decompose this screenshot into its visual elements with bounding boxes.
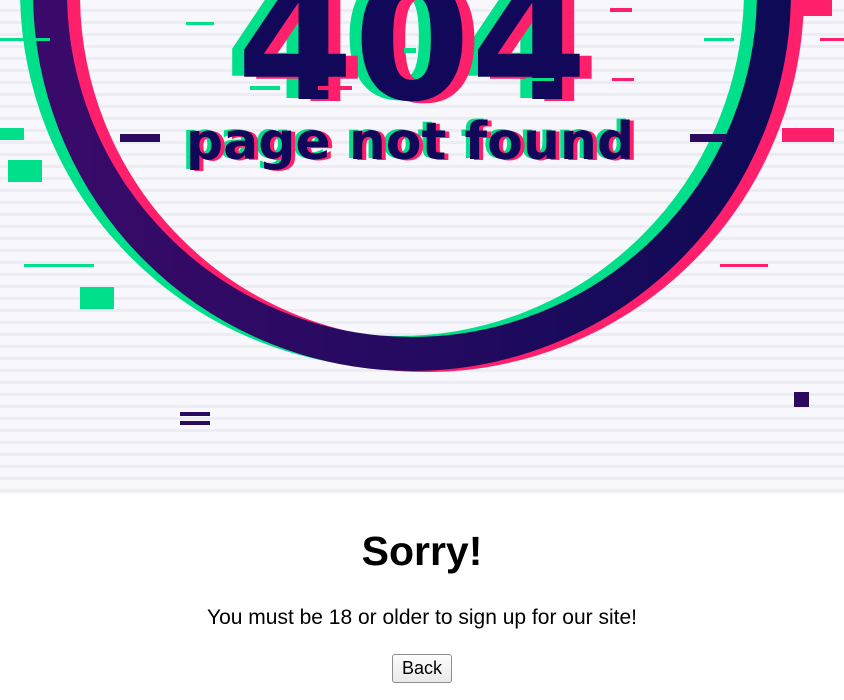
back-button[interactable]: Back bbox=[392, 654, 452, 683]
age-restriction-message: You must be 18 or older to sign up for o… bbox=[207, 606, 637, 629]
page-title: Sorry! bbox=[361, 528, 483, 574]
message-section: Sorry! You must be 18 or older to sign u… bbox=[0, 494, 844, 700]
glitch-404-graphic: 404 404 404 page not found page not foun… bbox=[0, 0, 844, 425]
error-caption: page not found bbox=[186, 112, 634, 172]
error-illustration: 404 404 404 page not found page not foun… bbox=[0, 0, 844, 494]
